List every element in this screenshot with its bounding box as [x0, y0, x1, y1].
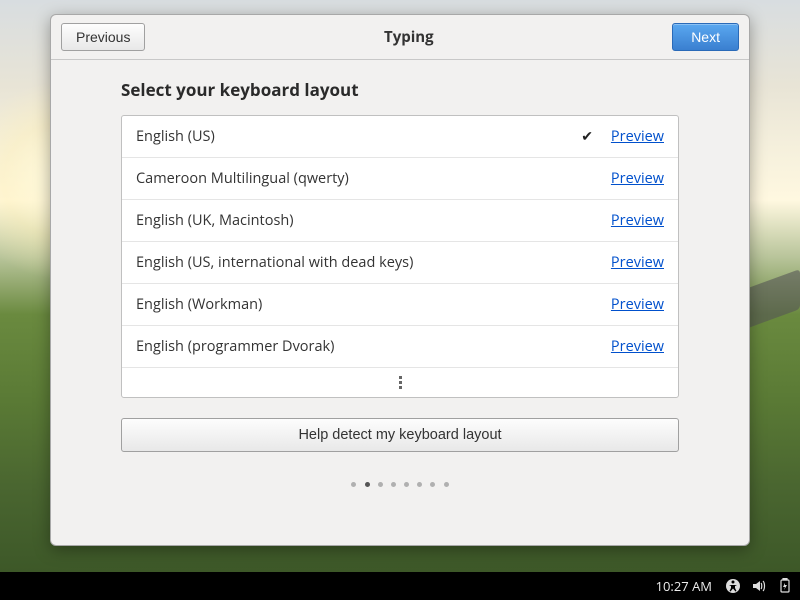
keyboard-layout-list: English (US) ✔ Preview Cameroon Multilin… — [121, 115, 679, 398]
ellipsis-vertical-icon — [399, 376, 402, 389]
pager-dot — [351, 482, 356, 487]
preview-link[interactable]: Preview — [611, 127, 664, 146]
preview-link[interactable]: Preview — [611, 337, 664, 356]
volume-icon[interactable] — [750, 577, 768, 595]
pager-dot — [391, 482, 396, 487]
dialog-header: Previous Typing Next — [51, 15, 749, 60]
pager-dot — [378, 482, 383, 487]
layout-row[interactable]: English (US) ✔ Preview — [122, 116, 678, 158]
page-indicator — [121, 470, 679, 492]
dialog-title: Typing — [384, 27, 434, 47]
layout-row[interactable]: English (US, international with dead key… — [122, 242, 678, 284]
preview-link[interactable]: Preview — [611, 211, 664, 230]
taskbar: 10:27 AM — [0, 572, 800, 600]
layout-row[interactable]: English (UK, Macintosh) Preview — [122, 200, 678, 242]
pager-dot — [417, 482, 422, 487]
section-title: Select your keyboard layout — [121, 78, 679, 101]
layout-name: English (UK, Macintosh) — [136, 211, 611, 230]
previous-button[interactable]: Previous — [61, 23, 145, 51]
show-more-row[interactable] — [122, 368, 678, 397]
preview-link[interactable]: Preview — [611, 169, 664, 188]
preview-link[interactable]: Preview — [611, 253, 664, 272]
layout-name: English (Workman) — [136, 295, 611, 314]
pager-dot — [365, 482, 370, 487]
layout-row[interactable]: English (Workman) Preview — [122, 284, 678, 326]
pager-dot — [404, 482, 409, 487]
detect-layout-button[interactable]: Help detect my keyboard layout — [121, 418, 679, 452]
setup-dialog: Previous Typing Next Select your keyboar… — [50, 14, 750, 546]
pager-dot — [444, 482, 449, 487]
accessibility-icon[interactable] — [724, 577, 742, 595]
layout-name: English (programmer Dvorak) — [136, 337, 611, 356]
layout-row[interactable]: English (programmer Dvorak) Preview — [122, 326, 678, 368]
layout-row[interactable]: Cameroon Multilingual (qwerty) Preview — [122, 158, 678, 200]
next-button[interactable]: Next — [672, 23, 739, 51]
clock[interactable]: 10:27 AM — [656, 577, 712, 595]
layout-name: English (US) — [136, 127, 581, 146]
check-icon: ✔ — [581, 127, 593, 146]
pager-dot — [430, 482, 435, 487]
preview-link[interactable]: Preview — [611, 295, 664, 314]
dialog-content: Select your keyboard layout English (US)… — [51, 60, 749, 502]
layout-name: Cameroon Multilingual (qwerty) — [136, 169, 611, 188]
battery-icon[interactable] — [776, 577, 794, 595]
layout-name: English (US, international with dead key… — [136, 253, 611, 272]
